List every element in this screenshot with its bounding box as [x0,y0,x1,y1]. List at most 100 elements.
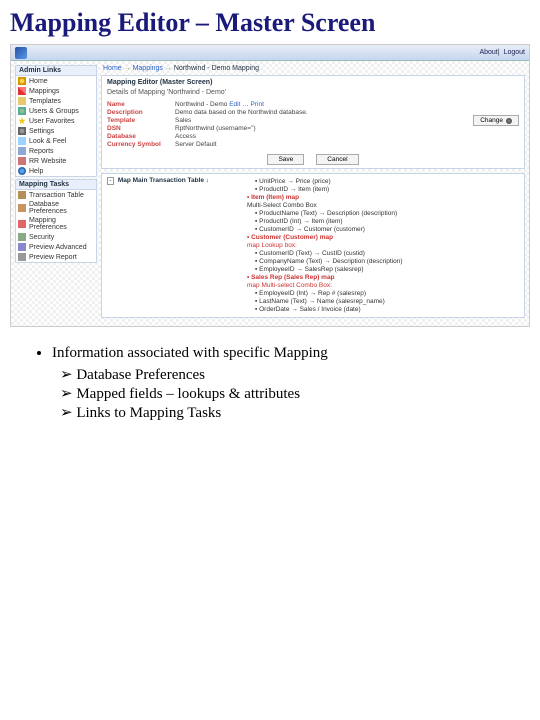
tree-line: CompanyName (Text) → Description (descri… [255,258,519,265]
templates-icon [18,97,26,105]
label: Transaction Table [29,192,84,199]
rep-section[interactable]: • Sales Rep (Sales Rep) map [247,274,519,281]
sidebar-item-favorites[interactable]: User Favorites [16,116,96,126]
tree-line: ProductID (Int) → Item (item) [255,218,519,225]
mapping-tasks-panel: Mapping Tasks Transaction Table Database… [15,179,97,263]
database-icon [18,204,26,212]
app-shell: About | Logout Admin Links Home Mappings… [10,44,530,327]
admin-links-panel: Admin Links Home Mappings Templates User… [15,65,97,177]
label: Help [29,168,43,175]
value-dsn: RptNorthwind (username='') [175,125,453,132]
tree-line: ProductName (Text) → Description (descri… [255,210,519,217]
bullet-sub: Mapped fields – lookups & attributes [60,384,524,403]
button-row: Save Cancel [107,154,519,165]
help-icon [18,167,26,175]
expand-root[interactable]: - [107,177,114,185]
tree-line: EmployeeID (Int) → Rep # (salesrep) [255,290,519,297]
label: Preview Report [29,254,77,261]
edit-name-link[interactable]: Edit … Print [229,101,264,108]
shield-icon [18,233,26,241]
label-database: Database [107,133,169,140]
sidebar-item-users-groups[interactable]: Users & Groups [16,106,96,116]
label: Security [29,234,54,241]
card-subtitle: Details of Mapping 'Northwind - Demo' [107,89,519,96]
admin-links-header: Admin Links [16,66,96,76]
table-icon [18,191,26,199]
slide-bullets: Information associated with specific Map… [24,345,524,422]
breadcrumb-mappings[interactable]: Mappings [133,65,174,72]
label-dsn: DSN [107,125,169,132]
tree-line: ProductID → Item (item) [255,186,519,193]
label: Reports [29,148,54,155]
sidebar-item-templates[interactable]: Templates [16,96,96,106]
detail-grid: Name Northwind - Demo Edit … Print Chang… [107,101,519,148]
preview-icon [18,253,26,261]
sidebar-item-look-feel[interactable]: Look & Feel [16,136,96,146]
reports-icon [18,147,26,155]
sidebar-item-mapping-prefs[interactable]: Mapping Preferences [16,216,96,232]
sidebar-item-settings[interactable]: Settings [16,126,96,136]
topbar: About | Logout [11,45,529,61]
bullet-main: Information associated with specific Map… [52,345,524,362]
label: Look & Feel [29,138,66,145]
breadcrumb-current: Northwind - Demo Mapping [174,65,259,72]
item-note: Multi-Select Combo Box [247,202,519,209]
label-currency: Currency Symbol [107,141,169,148]
main-row: Admin Links Home Mappings Templates User… [11,61,529,326]
tree-root[interactable]: Map Main Transaction Table ↓ [118,177,209,184]
home-icon [18,77,26,85]
cancel-button[interactable]: Cancel [316,154,358,165]
star-icon [18,117,26,125]
content-area: HomeMappingsNorthwind - Demo Mapping Map… [101,65,525,322]
label: RR Website [29,158,66,165]
sidebar-item-home[interactable]: Home [16,76,96,86]
sidebar-item-transaction-table[interactable]: Transaction Table [16,190,96,200]
value-template: Sales [175,117,453,124]
tree-left: - Map Main Transaction Table ↓ [107,177,247,314]
label: Mapping Preferences [29,217,94,231]
tree-line: EmployeeID → SalesRep (salesrep) [255,266,519,273]
tree-card: - Map Main Transaction Table ↓ UnitPrice… [101,173,525,318]
sidebar: Admin Links Home Mappings Templates User… [15,65,97,322]
label: Home [29,78,48,85]
tree-line: LastName (Text) → Name (salesrep_name) [255,298,519,305]
label: Users & Groups [29,108,79,115]
tree-line: CustomerID → Customer (customer) [255,226,519,233]
sidebar-item-reports[interactable]: Reports [16,146,96,156]
card-title: Mapping Editor (Master Screen) [107,79,519,86]
customer-section[interactable]: • Customer (Customer) map [247,234,519,241]
breadcrumb-home[interactable]: Home [103,65,133,72]
mapping-tasks-header: Mapping Tasks [16,180,96,190]
change-button[interactable]: Change [473,115,519,126]
mappings-icon [18,87,26,95]
sidebar-item-preview-report[interactable]: Preview Report [16,252,96,262]
sidebar-item-db-prefs[interactable]: Database Preferences [16,200,96,216]
sidebar-item-preview-advanced[interactable]: Preview Advanced [16,242,96,252]
tree-line: UnitPrice → Price (price) [255,178,519,185]
label-template: Template [107,117,169,124]
value-description: Demo data based on the Northwind databas… [175,109,453,116]
globe-icon [18,157,26,165]
sidebar-item-website[interactable]: RR Website [16,156,96,166]
label: Preview Advanced [29,244,87,251]
about-link[interactable]: About [479,49,497,56]
tree-line: CustomerID (Text) → CustID (custid) [255,250,519,257]
sidebar-item-help[interactable]: Help [16,166,96,176]
label: User Favorites [29,118,75,125]
save-button[interactable]: Save [267,154,304,165]
bullet-sub: Links to Mapping Tasks [60,403,524,422]
users-icon [18,107,26,115]
sidebar-item-security[interactable]: Security [16,232,96,242]
logout-link[interactable]: Logout [504,49,525,56]
master-card: Mapping Editor (Master Screen) Details o… [101,75,525,169]
slide-title: Mapping Editor – Master Screen [0,0,540,44]
label: Database Preferences [29,201,94,215]
label: Settings [29,128,54,135]
gear-icon [506,118,512,124]
label-name: Name [107,101,169,108]
sidebar-item-mappings[interactable]: Mappings [16,86,96,96]
tree-line: OrderDate → Sales / Invoice (date) [255,306,519,313]
value-database: Access [175,133,453,140]
label: Templates [29,98,61,105]
item-section[interactable]: • Item (Item) map [247,194,519,201]
